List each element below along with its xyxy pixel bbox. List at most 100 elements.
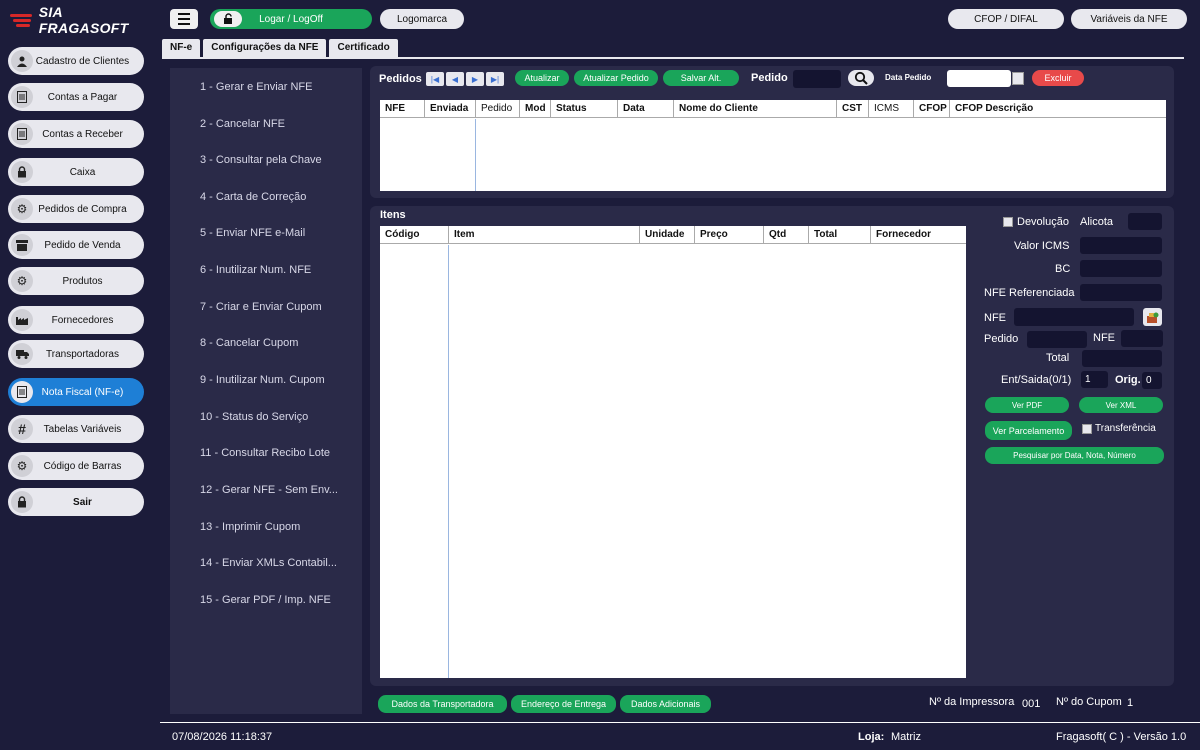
sidebar-item-pedidos-compra[interactable]: ⚙ Pedidos de Compra	[8, 195, 144, 223]
ent-saida-input[interactable]	[1081, 371, 1108, 388]
col-preco[interactable]: Preço	[695, 226, 764, 244]
search-button[interactable]	[848, 70, 874, 86]
cupom-label: Nº do Cupom	[1056, 696, 1122, 708]
table-divider	[448, 245, 449, 678]
logomarca-button[interactable]: Logomarca	[380, 9, 464, 29]
transferencia-label: Transferência	[1095, 423, 1156, 434]
nfe-action-10[interactable]: 10 - Status do Serviço	[200, 411, 308, 423]
valor-icms-input[interactable]	[1080, 237, 1162, 254]
nfe2-input[interactable]	[1121, 330, 1163, 347]
col-total[interactable]: Total	[809, 226, 871, 244]
nfe-action-8[interactable]: 8 - Cancelar Cupom	[200, 337, 298, 349]
pedido-input[interactable]	[793, 70, 841, 88]
col-icms[interactable]: ICMS	[869, 100, 914, 118]
nfe-input[interactable]	[1014, 308, 1134, 326]
col-item[interactable]: Item	[449, 226, 640, 244]
factory-icon	[11, 309, 33, 331]
col-fornecedor[interactable]: Fornecedor	[871, 226, 966, 244]
variaveis-nfe-button[interactable]: Variáveis da NFE	[1071, 9, 1187, 29]
col-cfop[interactable]: CFOP	[914, 100, 950, 118]
nav-first-button[interactable]: |◀	[426, 72, 444, 86]
atualizar-pedido-button[interactable]: Atualizar Pedido	[574, 70, 658, 86]
pedido-label: Pedido	[751, 72, 788, 84]
ver-pdf-button[interactable]: Ver PDF	[985, 397, 1069, 413]
col-nfe[interactable]: NFE	[380, 100, 425, 118]
nfe-action-13[interactable]: 13 - Imprimir Cupom	[200, 521, 300, 533]
col-mod[interactable]: Mod	[520, 100, 551, 118]
document-icon	[11, 86, 33, 108]
col-enviada[interactable]: Enviada	[425, 100, 476, 118]
ver-xml-button[interactable]: Ver XML	[1079, 397, 1163, 413]
col-cst[interactable]: CST	[837, 100, 869, 118]
col-unidade[interactable]: Unidade	[640, 226, 695, 244]
devolucao-checkbox[interactable]	[1003, 217, 1013, 227]
transferencia-checkbox[interactable]	[1082, 424, 1092, 434]
calendar-icon[interactable]	[1012, 72, 1024, 85]
hamburger-menu-button[interactable]	[170, 9, 198, 29]
tab-configuracoes-nfe[interactable]: Configurações da NFE	[203, 39, 327, 57]
cupom-value: 1	[1127, 697, 1134, 709]
col-cfop-descricao[interactable]: CFOP Descrição	[950, 100, 1166, 118]
nfe-action-1[interactable]: 1 - Gerar e Enviar NFE	[200, 81, 312, 93]
nfe-action-5[interactable]: 5 - Enviar NFE e-Mail	[200, 227, 305, 239]
cfop-difal-button[interactable]: CFOP / DIFAL	[948, 9, 1064, 29]
col-status[interactable]: Status	[551, 100, 618, 118]
pesquisar-button[interactable]: Pesquisar por Data, Nota, Número	[985, 447, 1164, 464]
impressora-label: Nº da Impressora	[929, 696, 1015, 708]
sidebar-item-sair[interactable]: Sair	[8, 488, 144, 516]
sidebar-item-contas-pagar[interactable]: Contas a Pagar	[8, 83, 144, 111]
sidebar-item-produtos[interactable]: ⚙ Produtos	[8, 267, 144, 295]
salvar-alt-button[interactable]: Salvar Alt.	[663, 70, 739, 86]
col-pedido[interactable]: Pedido	[476, 100, 520, 118]
nfe-action-14[interactable]: 14 - Enviar XMLs Contabil...	[200, 557, 337, 569]
bc-input[interactable]	[1080, 260, 1162, 277]
nfe-lookup-button[interactable]	[1143, 308, 1162, 326]
nfe-action-4[interactable]: 4 - Carta de Correção	[200, 191, 306, 203]
endereco-entrega-button[interactable]: Endereço de Entrega	[511, 695, 616, 713]
nfe-action-7[interactable]: 7 - Criar e Enviar Cupom	[200, 301, 322, 313]
nav-prev-button[interactable]: ◀	[446, 72, 464, 86]
hash-icon: #	[11, 418, 33, 440]
sidebar-item-transportadoras[interactable]: Transportadoras	[8, 340, 144, 368]
sidebar-item-codigo-barras[interactable]: ⚙ Código de Barras	[8, 452, 144, 480]
login-logoff-button[interactable]: Logar / LogOff	[210, 9, 372, 29]
sidebar-item-contas-receber[interactable]: Contas a Receber	[8, 120, 144, 148]
nav-last-button[interactable]: ▶|	[486, 72, 504, 86]
nfe-action-12[interactable]: 12 - Gerar NFE - Sem Env...	[200, 484, 338, 496]
col-nome-cliente[interactable]: Nome do Cliente	[674, 100, 837, 118]
nfe-action-2[interactable]: 2 - Cancelar NFE	[200, 118, 285, 130]
excluir-button[interactable]: Excluir	[1032, 70, 1084, 86]
dados-adicionais-button[interactable]: Dados Adicionais	[620, 695, 711, 713]
dados-transportadora-button[interactable]: Dados da Transportadora	[378, 695, 507, 713]
nfe-action-3[interactable]: 3 - Consultar pela Chave	[200, 154, 322, 166]
tab-nfe[interactable]: NF-e	[162, 39, 201, 57]
total-input[interactable]	[1082, 350, 1162, 367]
nfe-action-9[interactable]: 9 - Inutilizar Num. Cupom	[200, 374, 325, 386]
itens-table: Código Item Unidade Preço Qtd Total Forn…	[380, 226, 966, 678]
pedido-form-input[interactable]	[1027, 331, 1087, 348]
sidebar-item-tabelas-variaveis[interactable]: # Tabelas Variáveis	[8, 415, 144, 443]
sidebar-item-pedido-venda[interactable]: Pedido de Venda	[8, 231, 144, 259]
orig-input[interactable]	[1142, 372, 1162, 389]
nav-next-button[interactable]: ▶	[466, 72, 484, 86]
nfe-referenciada-input[interactable]	[1080, 284, 1162, 301]
devolucao-label: Devolução	[1017, 216, 1069, 228]
sidebar-item-caixa[interactable]: Caixa	[8, 158, 144, 186]
col-data[interactable]: Data	[618, 100, 674, 118]
sidebar-item-cadastro-clientes[interactable]: Cadastro de Clientes	[8, 47, 144, 75]
nfe-action-15[interactable]: 15 - Gerar PDF / Imp. NFE	[200, 594, 331, 606]
nfe-action-11[interactable]: 11 - Consultar Recibo Lote	[200, 447, 330, 459]
hamburger-icon	[178, 13, 190, 15]
nfe-action-6[interactable]: 6 - Inutilizar Num. NFE	[200, 264, 311, 276]
col-qtd[interactable]: Qtd	[764, 226, 809, 244]
tab-certificado[interactable]: Certificado	[329, 39, 398, 57]
data-pedido-input[interactable]	[947, 70, 1011, 87]
tab-divider	[162, 57, 1184, 59]
truck-icon	[11, 343, 33, 365]
atualizar-button[interactable]: Atualizar	[515, 70, 569, 86]
alicota-input[interactable]	[1128, 213, 1162, 230]
ver-parcelamento-button[interactable]: Ver Parcelamento	[985, 421, 1072, 440]
col-codigo[interactable]: Código	[380, 226, 449, 244]
sidebar-item-fornecedores[interactable]: Fornecedores	[8, 306, 144, 334]
sidebar-item-nota-fiscal[interactable]: Nota Fiscal (NF-e)	[8, 378, 144, 406]
